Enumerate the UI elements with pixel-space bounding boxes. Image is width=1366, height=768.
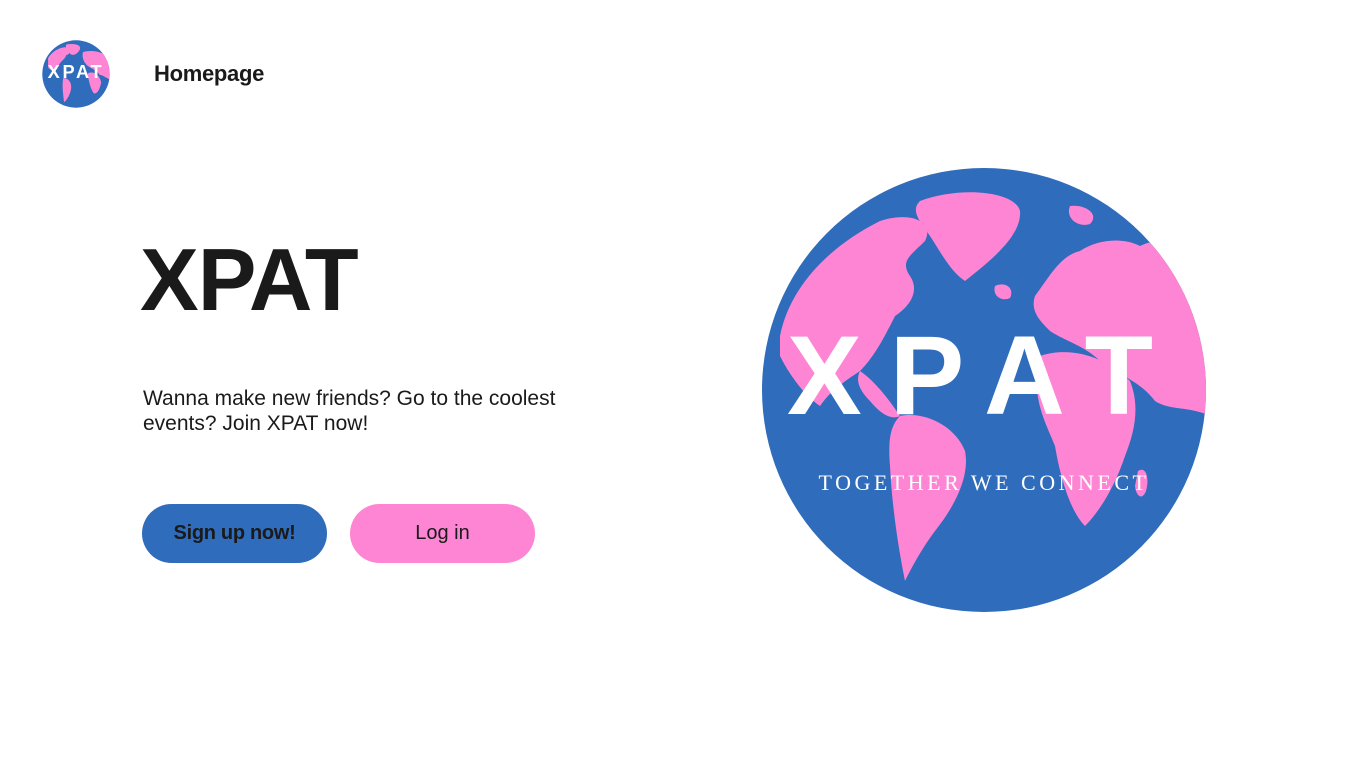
- globe-logo-icon: XPAT: [42, 40, 110, 108]
- hero-tagline: Wanna make new friends? Go to the cooles…: [143, 387, 556, 435]
- homepage: XPAT Homepage XPAT Wanna make new friend…: [0, 0, 1366, 768]
- logo-slogan: TOGETHER WE CONNECT: [819, 470, 1150, 495]
- nav-homepage-link[interactable]: Homepage: [154, 61, 264, 87]
- logo-wordmark: XPAT: [787, 313, 1181, 438]
- globe-logo-icon: XPAT TOGETHER WE CONNECT: [762, 168, 1206, 612]
- signup-button[interactable]: Sign up now!: [142, 504, 327, 563]
- login-button[interactable]: Log in: [350, 504, 535, 563]
- hero-title: XPAT: [140, 230, 359, 329]
- svg-text:XPAT: XPAT: [48, 62, 105, 82]
- header-logo[interactable]: XPAT: [42, 40, 110, 108]
- hero-logo: XPAT TOGETHER WE CONNECT: [760, 166, 1208, 614]
